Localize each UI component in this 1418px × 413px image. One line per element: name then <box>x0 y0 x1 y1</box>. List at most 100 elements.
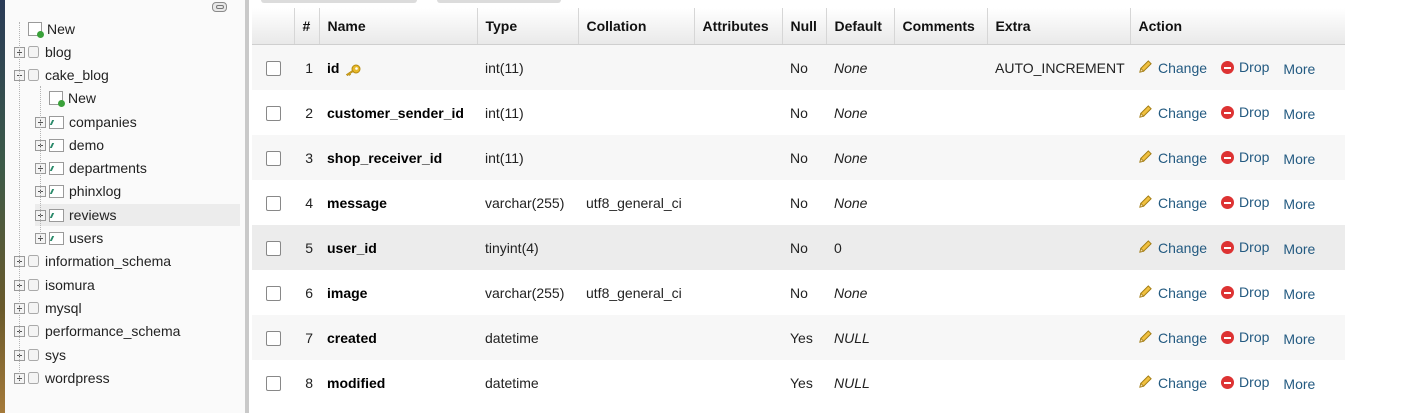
tree-item-label: performance_schema <box>45 323 181 339</box>
more-dropdown[interactable]: More <box>1283 196 1315 212</box>
new-item-icon <box>49 91 65 107</box>
tab-edge[interactable] <box>437 0 561 3</box>
tree-item-departments[interactable]: departments <box>35 157 240 179</box>
tree-item-reviews[interactable]: reviews <box>35 204 240 226</box>
tab-edge[interactable] <box>261 0 417 3</box>
header-name[interactable]: Name <box>319 8 478 45</box>
more-dropdown[interactable]: More <box>1283 61 1315 77</box>
header-row: # Name Type Collation Attributes Null De… <box>252 8 1345 45</box>
drop-button[interactable]: Drop <box>1221 329 1269 345</box>
cell-default-text: NULL <box>834 329 870 346</box>
tree-item-demo[interactable]: demo <box>35 134 240 156</box>
cell-type-text: varchar(255) <box>485 194 565 211</box>
more-dropdown[interactable]: More <box>1283 241 1315 257</box>
cell-collation <box>578 44 694 90</box>
row-select-cell <box>252 44 294 90</box>
change-button[interactable]: Change <box>1138 59 1207 77</box>
row-checkbox[interactable] <box>266 330 281 346</box>
table-row[interactable]: 4 message varchar(255) utf8_general_ci No Non… <box>252 180 1345 225</box>
tree-item-new[interactable]: New <box>35 87 240 109</box>
tree-item-cake-blog[interactable]: cake_blog <box>14 64 240 86</box>
drop-button[interactable]: Drop <box>1221 59 1269 75</box>
change-button[interactable]: Change <box>1138 104 1207 122</box>
tree-item-companies[interactable]: companies <box>35 111 240 133</box>
row-checkbox[interactable] <box>266 240 281 256</box>
change-button[interactable]: Change <box>1138 284 1207 302</box>
cell-num: 3 <box>294 135 319 180</box>
table-row[interactable]: 8 modified datetime Yes NULL Change Drop More <box>252 360 1345 405</box>
header-default[interactable]: Default <box>826 8 895 45</box>
pencil-icon <box>1138 104 1153 122</box>
tree-item-mysql[interactable]: mysql <box>14 297 240 319</box>
header-collation[interactable]: Collation <box>578 8 695 45</box>
cell-name-text: created <box>327 329 377 346</box>
table-row[interactable]: 6 image varchar(255) utf8_general_ci No None C… <box>252 270 1345 315</box>
cell-type-text: datetime <box>485 329 539 346</box>
row-checkbox[interactable] <box>266 375 281 391</box>
row-checkbox[interactable] <box>266 105 281 121</box>
cell-extra <box>987 225 1130 270</box>
cell-attributes <box>694 180 782 225</box>
change-button[interactable]: Change <box>1138 329 1207 347</box>
drop-icon <box>1221 195 1235 209</box>
tree-item-sys[interactable]: sys <box>14 344 240 366</box>
header-comments[interactable]: Comments <box>894 8 988 45</box>
cell-num-text: 4 <box>305 194 313 211</box>
change-button[interactable]: Change <box>1138 239 1207 257</box>
tree-item-performance-schema[interactable]: performance_schema <box>14 320 240 342</box>
drop-icon <box>1221 375 1235 389</box>
more-dropdown[interactable]: More <box>1283 106 1315 122</box>
row-checkbox[interactable] <box>266 60 281 76</box>
header-attributes[interactable]: Attributes <box>694 8 783 45</box>
tree-item-phinxlog[interactable]: phinxlog <box>35 180 240 202</box>
drop-button[interactable]: Drop <box>1221 149 1269 165</box>
cell-attributes <box>694 135 782 180</box>
cell-extra <box>987 360 1130 405</box>
tree-item-isomura[interactable]: isomura <box>14 274 240 296</box>
cell-comments <box>894 270 987 315</box>
drop-button[interactable]: Drop <box>1221 239 1269 255</box>
link-with-main-icon[interactable] <box>212 2 227 12</box>
change-button[interactable]: Change <box>1138 194 1207 212</box>
cell-default: None <box>826 180 894 225</box>
cell-collation: utf8_general_ci <box>578 270 694 315</box>
table-row[interactable]: 1 id int(11) No None AUTO_INCREMENT Change Drop… <box>252 44 1345 90</box>
row-checkbox[interactable] <box>266 285 281 301</box>
drop-button[interactable]: Drop <box>1221 194 1269 210</box>
row-select-cell <box>252 135 294 180</box>
drop-button[interactable]: Drop <box>1221 284 1269 300</box>
drop-button[interactable]: Drop <box>1221 374 1269 390</box>
change-button[interactable]: Change <box>1138 374 1207 392</box>
more-dropdown[interactable]: More <box>1283 376 1315 392</box>
more-dropdown[interactable]: More <box>1283 151 1315 167</box>
header-type[interactable]: Type <box>477 8 579 45</box>
table-row[interactable]: 2 customer_sender_id int(11) No None Change Dr… <box>252 90 1345 135</box>
cell-name-text: message <box>327 194 387 211</box>
cell-type: varchar(255) <box>477 180 578 225</box>
cell-null-text: No <box>790 149 808 166</box>
cell-attributes <box>694 225 782 270</box>
tree-item-new[interactable]: New <box>14 18 240 40</box>
cell-type-text: varchar(255) <box>485 284 565 301</box>
tree-item-users[interactable]: users <box>35 227 240 249</box>
more-dropdown[interactable]: More <box>1283 331 1315 347</box>
table-row[interactable]: 7 created datetime Yes NULL Change Drop More <box>252 315 1345 360</box>
header-extra[interactable]: Extra <box>987 8 1131 45</box>
row-checkbox[interactable] <box>266 195 281 211</box>
tree-item-wordpress[interactable]: wordpress <box>14 367 240 389</box>
more-dropdown[interactable]: More <box>1283 286 1315 302</box>
row-checkbox[interactable] <box>266 150 281 166</box>
cell-null: No <box>782 90 826 135</box>
table-row[interactable]: 5 user_id tinyint(4) No 0 Change Drop More <box>252 225 1345 270</box>
tree-item-information-schema[interactable]: information_schema <box>14 250 240 272</box>
table-row[interactable]: 3 shop_receiver_id int(11) No None Change Drop… <box>252 135 1345 180</box>
drop-button[interactable]: Drop <box>1221 104 1269 120</box>
header-null[interactable]: Null <box>782 8 827 45</box>
change-button[interactable]: Change <box>1138 149 1207 167</box>
tree-item-label: New <box>68 90 97 106</box>
drop-label: Drop <box>1239 329 1270 345</box>
header-num[interactable]: # <box>294 8 320 45</box>
cell-default-text: None <box>834 194 868 211</box>
tree-item-blog[interactable]: blog <box>14 41 240 63</box>
row-actions: Change Drop More <box>1130 270 1345 315</box>
